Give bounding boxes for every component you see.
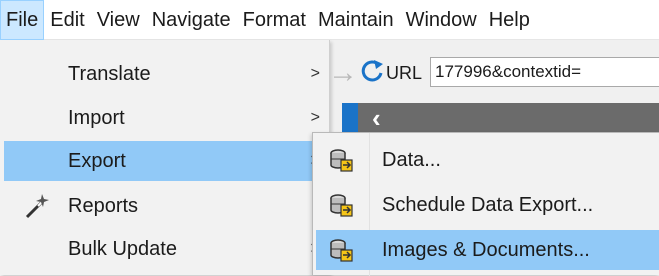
- blank-icon: [4, 229, 68, 269]
- menu-bar: File Edit View Navigate Format Maintain …: [0, 0, 659, 40]
- export-submenu: Data... Schedule Data Export... Images &…: [312, 132, 659, 276]
- menu-item-label: Translate: [68, 62, 151, 85]
- menu-item-import[interactable]: Import >: [4, 98, 326, 138]
- file-menu: Translate > Import > Export > Reports Bu…: [0, 40, 330, 275]
- menu-edit[interactable]: Edit: [44, 0, 90, 40]
- forward-arrow-icon[interactable]: →: [328, 58, 358, 88]
- submenu-item-data[interactable]: Data...: [316, 140, 659, 180]
- database-export-icon: [316, 140, 366, 180]
- blank-icon: [4, 141, 68, 181]
- menu-item-reports[interactable]: Reports: [4, 186, 326, 226]
- menu-file[interactable]: File: [0, 0, 45, 40]
- menu-maintain[interactable]: Maintain: [312, 0, 400, 40]
- submenu-item-schedule-data-export[interactable]: Schedule Data Export...: [316, 185, 659, 225]
- menu-item-label: Import: [68, 106, 125, 129]
- database-export-icon: [316, 185, 366, 225]
- menu-item-export[interactable]: Export >: [4, 141, 326, 181]
- url-input[interactable]: [430, 57, 659, 87]
- menu-view[interactable]: View: [91, 0, 146, 40]
- menu-help[interactable]: Help: [483, 0, 536, 40]
- submenu-item-label: Schedule Data Export...: [382, 193, 594, 216]
- blank-icon: [4, 54, 68, 94]
- database-export-icon: [316, 230, 366, 270]
- url-label: URL: [386, 63, 423, 83]
- menu-item-label: Reports: [68, 194, 139, 217]
- menu-item-label: Bulk Update: [68, 237, 177, 260]
- menu-window[interactable]: Window: [400, 0, 483, 40]
- back-chevron-icon[interactable]: ‹: [372, 103, 390, 133]
- refresh-icon[interactable]: [360, 58, 384, 84]
- submenu-item-images-documents[interactable]: Images & Documents...: [316, 230, 659, 270]
- submenu-arrow-icon: >: [310, 65, 320, 82]
- magic-wand-icon: [4, 186, 68, 226]
- menu-item-bulk-update[interactable]: Bulk Update >: [4, 229, 326, 269]
- selection-indicator: [342, 103, 358, 133]
- menu-navigate[interactable]: Navigate: [146, 0, 237, 40]
- submenu-item-label: Images & Documents...: [382, 238, 590, 261]
- blank-icon: [4, 98, 68, 138]
- menu-item-translate[interactable]: Translate >: [4, 54, 326, 94]
- menu-format[interactable]: Format: [237, 0, 312, 40]
- menu-item-label: Export: [68, 149, 126, 172]
- submenu-item-label: Data...: [382, 148, 441, 171]
